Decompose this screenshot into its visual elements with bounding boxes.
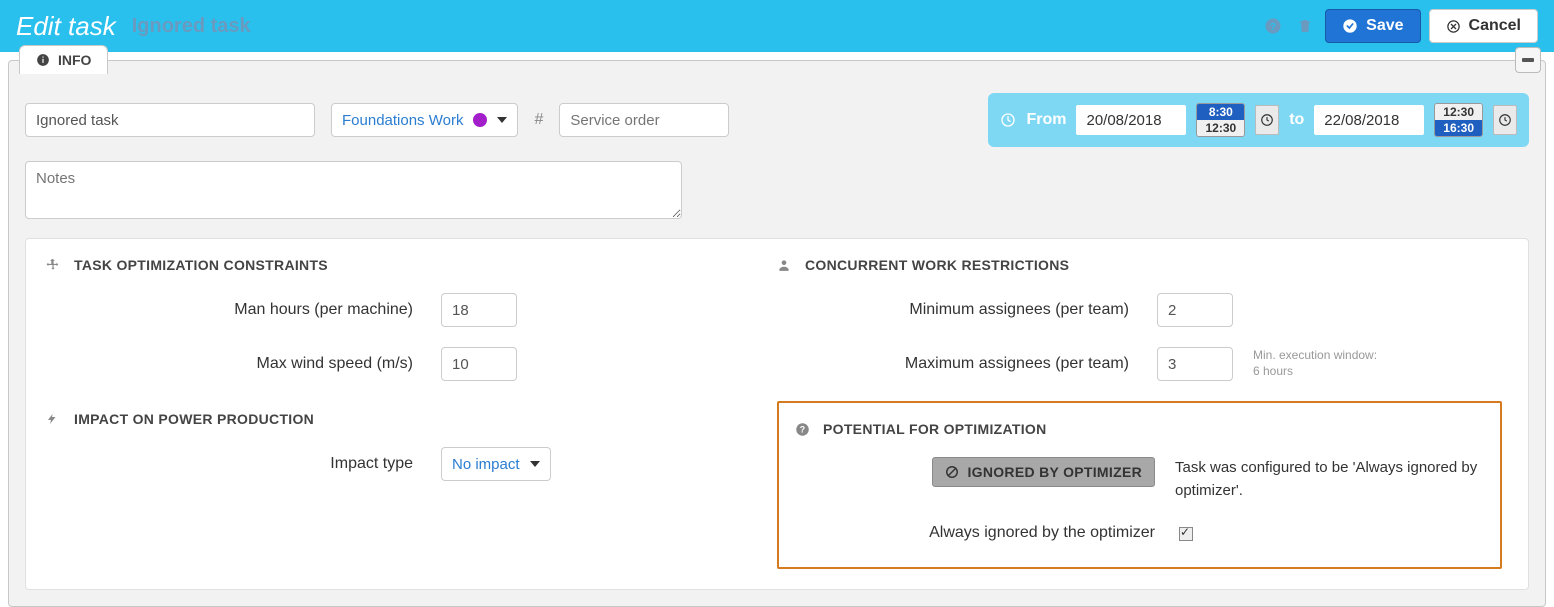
help-icon[interactable]: ? bbox=[1261, 14, 1285, 38]
to-time-bottom: 16:30 bbox=[1435, 120, 1482, 136]
header-bar: Edit task Ignored task ? Save Cancel bbox=[0, 0, 1554, 52]
impact-type-select[interactable]: No impact bbox=[441, 447, 551, 481]
main-panel: INFO Foundations Work # From 20/08/2018 … bbox=[8, 60, 1546, 607]
constraints-title: TASK OPTIMIZATION CONSTRAINTS bbox=[74, 257, 328, 273]
from-time-bottom: 12:30 bbox=[1197, 120, 1244, 136]
from-date-input[interactable]: 20/08/2018 bbox=[1076, 105, 1186, 135]
impact-type-label: Impact type bbox=[46, 455, 441, 473]
clock-icon bbox=[1000, 112, 1016, 128]
page-title: Edit task bbox=[16, 11, 116, 42]
max-wind-input[interactable] bbox=[441, 347, 517, 381]
max-wind-label: Max wind speed (m/s) bbox=[46, 355, 441, 373]
from-clock-button[interactable] bbox=[1255, 105, 1279, 135]
help-circle-icon[interactable]: ? bbox=[795, 422, 813, 437]
min-assignees-input[interactable] bbox=[1157, 293, 1233, 327]
save-button-label: Save bbox=[1366, 17, 1403, 35]
always-ignored-label: Always ignored by the optimizer bbox=[929, 524, 1155, 541]
impact-header: IMPACT ON POWER PRODUCTION bbox=[46, 411, 777, 427]
collapse-toggle[interactable] bbox=[1515, 47, 1541, 73]
max-assignees-input[interactable] bbox=[1157, 347, 1233, 381]
concurrent-title: CONCURRENT WORK RESTRICTIONS bbox=[805, 257, 1069, 273]
category-label: Foundations Work bbox=[342, 112, 463, 129]
to-label: to bbox=[1289, 111, 1304, 129]
bolt-icon bbox=[46, 411, 64, 427]
from-label: From bbox=[1026, 111, 1066, 129]
save-button[interactable]: Save bbox=[1325, 9, 1420, 43]
min-assignees-label: Minimum assignees (per team) bbox=[777, 301, 1157, 319]
hash-symbol: # bbox=[534, 111, 543, 129]
ignored-badge: IGNORED BY OPTIMIZER bbox=[932, 457, 1155, 487]
category-color-dot bbox=[473, 113, 487, 127]
man-hours-label: Man hours (per machine) bbox=[46, 301, 441, 319]
task-name-input[interactable] bbox=[25, 103, 315, 137]
cancel-button-label: Cancel bbox=[1469, 17, 1521, 35]
constraints-header: TASK OPTIMIZATION CONSTRAINTS bbox=[46, 257, 777, 273]
ignored-description: Task was configured to be 'Always ignore… bbox=[1175, 457, 1484, 502]
page-subtitle: Ignored task bbox=[132, 15, 251, 38]
svg-text:?: ? bbox=[1270, 21, 1276, 33]
optimization-highlight: ? POTENTIAL FOR OPTIMIZATION IGNORED BY … bbox=[777, 401, 1502, 569]
svg-text:?: ? bbox=[800, 424, 806, 434]
service-order-input[interactable] bbox=[559, 103, 729, 137]
impact-type-value: No impact bbox=[452, 456, 520, 473]
chevron-down-icon bbox=[497, 117, 507, 123]
to-date-input[interactable]: 22/08/2018 bbox=[1314, 105, 1424, 135]
check-circle-icon bbox=[1342, 18, 1358, 34]
person-icon bbox=[777, 258, 795, 272]
ignored-badge-label: IGNORED BY OPTIMIZER bbox=[967, 464, 1142, 480]
date-range: From 20/08/2018 8:30 12:30 to 22/08/2018… bbox=[988, 93, 1529, 147]
info-icon bbox=[36, 53, 50, 67]
chevron-down-icon bbox=[530, 461, 540, 467]
always-ignored-checkbox[interactable] bbox=[1179, 527, 1193, 541]
execution-window-hint: Min. execution window: 6 hours bbox=[1253, 348, 1377, 379]
cancel-circle-icon bbox=[1446, 19, 1461, 34]
from-time-picker[interactable]: 8:30 12:30 bbox=[1196, 103, 1245, 137]
to-clock-button[interactable] bbox=[1493, 105, 1517, 135]
to-time-top: 12:30 bbox=[1435, 104, 1482, 120]
from-time-top: 8:30 bbox=[1197, 104, 1244, 120]
move-icon bbox=[46, 258, 64, 272]
notes-textarea[interactable] bbox=[25, 161, 682, 219]
optimization-header: ? POTENTIAL FOR OPTIMIZATION bbox=[795, 421, 1484, 437]
cancel-button[interactable]: Cancel bbox=[1429, 9, 1538, 43]
max-assignees-label: Maximum assignees (per team) bbox=[777, 355, 1157, 373]
category-select[interactable]: Foundations Work bbox=[331, 103, 518, 137]
ban-icon bbox=[945, 465, 959, 479]
to-time-picker[interactable]: 12:30 16:30 bbox=[1434, 103, 1483, 137]
info-tab[interactable]: INFO bbox=[19, 45, 108, 74]
man-hours-input[interactable] bbox=[441, 293, 517, 327]
optimization-title: POTENTIAL FOR OPTIMIZATION bbox=[823, 421, 1047, 437]
trash-icon[interactable] bbox=[1293, 14, 1317, 38]
info-tab-label: INFO bbox=[58, 52, 91, 68]
impact-title: IMPACT ON POWER PRODUCTION bbox=[74, 411, 314, 427]
concurrent-header: CONCURRENT WORK RESTRICTIONS bbox=[777, 257, 1508, 273]
